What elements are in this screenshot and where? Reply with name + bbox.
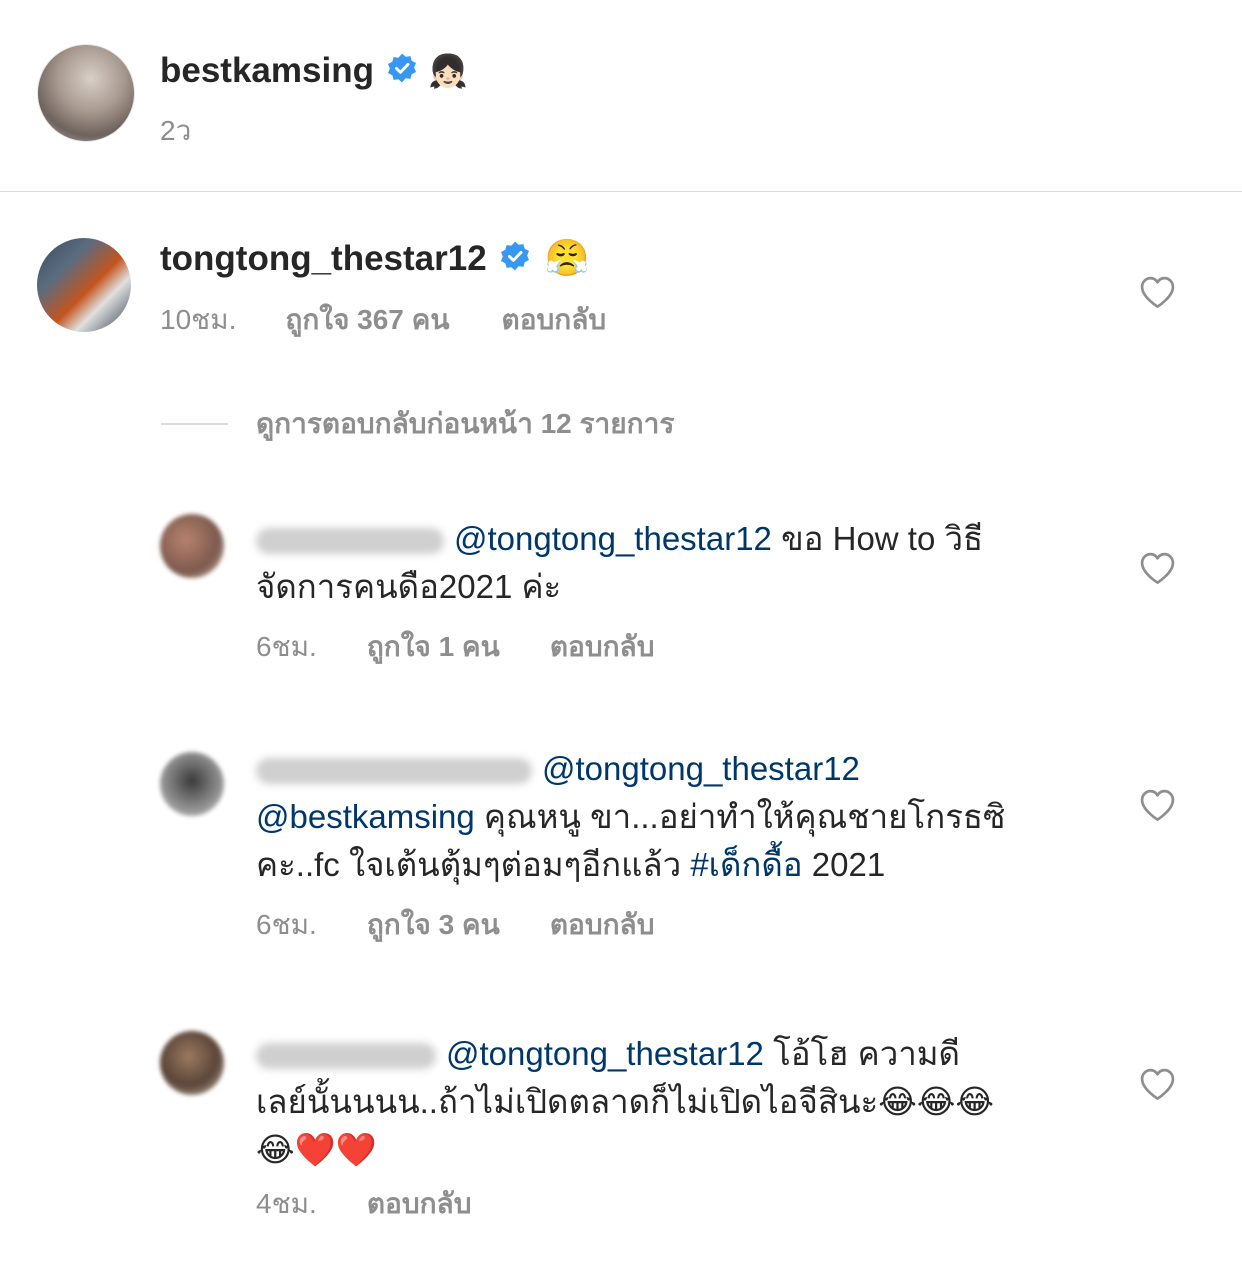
post-time: 2ว (160, 115, 192, 146)
reply-text: @tongtong_thestar12 @bestkamsing คุณหนู … (256, 750, 1006, 883)
verified-badge-icon (386, 52, 418, 89)
view-previous-replies[interactable]: ดูการตอบกลับก่อนหน้า 12 รายการ (256, 410, 674, 438)
like-heart-icon[interactable] (1139, 275, 1176, 309)
mention-link[interactable]: @bestkamsing (256, 798, 475, 835)
like-heart-icon[interactable] (1139, 551, 1176, 585)
comment-author-username[interactable]: tongtong_thestar12 (160, 241, 487, 276)
comment-likes[interactable]: ถูกใจ 367 คน (285, 306, 449, 334)
reply-button[interactable]: ตอบกลับ (367, 1190, 472, 1218)
verified-badge-icon (499, 240, 531, 277)
reply-button[interactable]: ตอบกลับ (550, 911, 655, 939)
reply-time: 4ชม. (256, 1188, 317, 1219)
reply-text: @tongtong_thestar12 ขอ How to วิธี จัดกา… (256, 520, 984, 605)
mention-link[interactable]: @tongtong_thestar12 (446, 1035, 764, 1072)
comment-time: 10ชม. (160, 304, 237, 335)
hashtag-link[interactable]: #เด็กดื้อ (690, 846, 802, 883)
reply-avatar[interactable] (160, 514, 224, 578)
steam-nose-emoji-icon: 😤 (544, 237, 590, 279)
reply-likes[interactable]: ถูกใจ 3 คน (367, 911, 500, 939)
reply-username-blurred[interactable] (256, 1043, 436, 1070)
girl-emoji-icon: 👧🏻 (427, 51, 468, 90)
post-author-avatar[interactable] (37, 44, 135, 142)
reply-username-blurred[interactable] (256, 758, 532, 785)
divider (0, 191, 1242, 192)
reply-time: 6ชม. (256, 909, 317, 940)
like-heart-icon[interactable] (1139, 1067, 1176, 1101)
mention-link[interactable]: @tongtong_thestar12 (542, 750, 860, 787)
post-author-username[interactable]: bestkamsing (160, 53, 374, 88)
reply-username-blurred[interactable] (256, 528, 444, 555)
reply-likes[interactable]: ถูกใจ 1 คน (367, 633, 500, 661)
comment-author-avatar[interactable] (37, 238, 131, 332)
replies-line (161, 423, 228, 425)
reply-avatar[interactable] (160, 752, 224, 816)
reply-button[interactable]: ตอบกลับ (502, 306, 607, 334)
reply-button[interactable]: ตอบกลับ (550, 633, 655, 661)
mention-link[interactable]: @tongtong_thestar12 (454, 520, 772, 557)
like-heart-icon[interactable] (1139, 788, 1176, 822)
reply-avatar[interactable] (160, 1031, 224, 1095)
reply-text: @tongtong_thestar12 โอ้โฮ ความดี เลย์นั้… (256, 1035, 994, 1168)
reply-time: 6ชม. (256, 631, 317, 662)
